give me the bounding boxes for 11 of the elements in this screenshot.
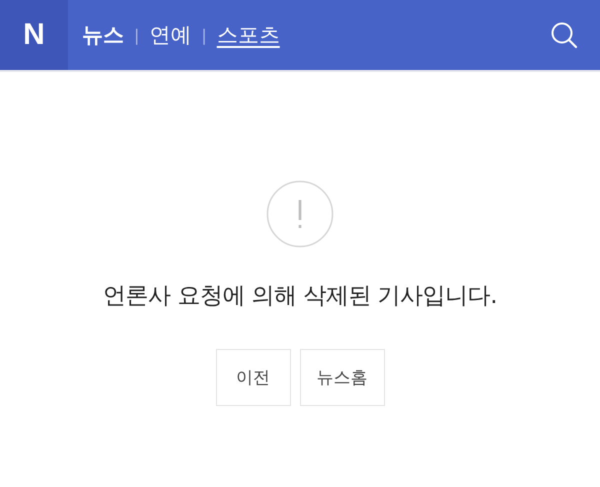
separator: | xyxy=(134,26,140,44)
nav-tab[interactable]: 뉴스 xyxy=(82,21,124,49)
logo[interactable]: N xyxy=(0,0,68,70)
nav-tab[interactable]: 연예 xyxy=(149,21,192,49)
nav-button[interactable]: 이전 xyxy=(216,349,290,406)
warning-icon xyxy=(266,180,334,248)
separator: | xyxy=(201,26,207,44)
notice-message: 언론사 요청에 의해 삭제된 기사입니다. xyxy=(102,282,498,311)
nav-button[interactable]: 뉴스홈 xyxy=(300,349,384,406)
nav-tab[interactable]: 스포츠 xyxy=(216,21,280,49)
search-icon[interactable] xyxy=(550,21,578,49)
